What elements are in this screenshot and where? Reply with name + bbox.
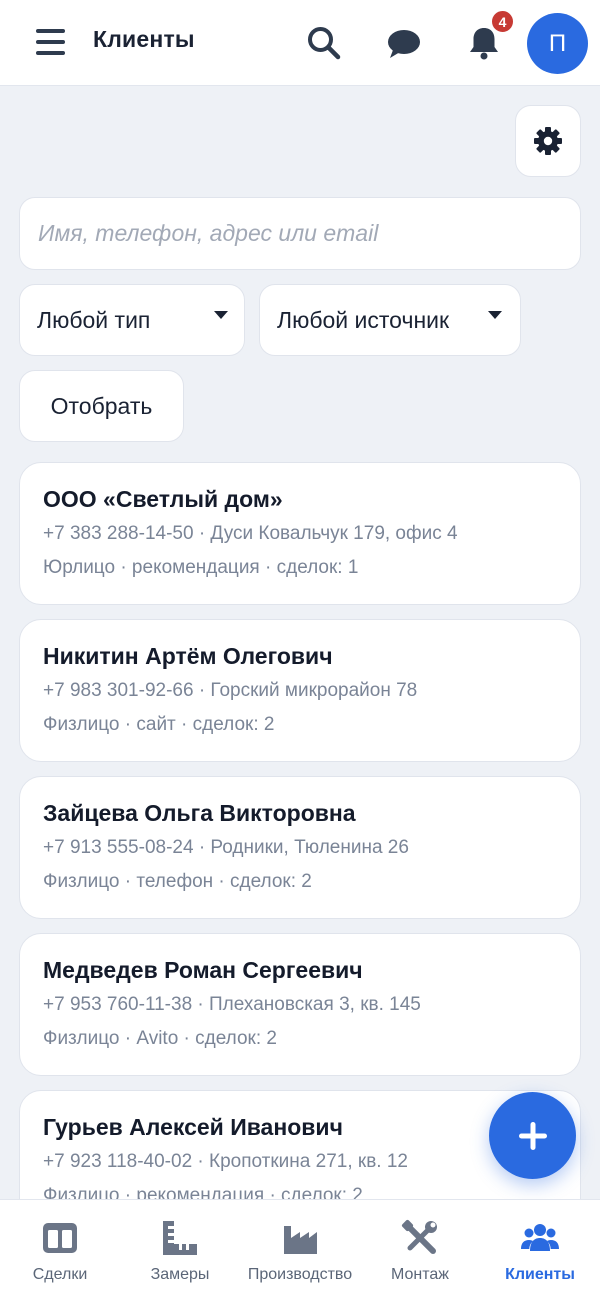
- deals-icon: [40, 1218, 80, 1258]
- ruler-icon: [160, 1218, 200, 1258]
- search-icon[interactable]: [305, 24, 343, 62]
- plus-icon: [517, 1120, 549, 1152]
- client-name: ООО «Светлый дом»: [43, 486, 283, 512]
- chevron-down-icon: [214, 311, 228, 319]
- nav-item-deals[interactable]: Сделки: [0, 1200, 120, 1298]
- client-contact: +7 913 555-08-24 · Родники, Тюленина 26: [43, 837, 409, 858]
- nav-item-measurements[interactable]: Замеры: [120, 1200, 240, 1298]
- client-card[interactable]: ООО «Светлый дом» +7 383 288-14-50 · Дус…: [19, 462, 581, 605]
- client-meta: Физлицо · сайт · сделок: 2: [43, 714, 275, 735]
- client-name: Зайцева Ольга Викторовна: [43, 800, 356, 826]
- nav-item-production[interactable]: Производство: [240, 1200, 360, 1298]
- apply-filter-button[interactable]: Отобрать: [19, 370, 184, 442]
- settings-button[interactable]: [515, 105, 581, 177]
- source-select[interactable]: Любой источник: [259, 284, 521, 356]
- add-client-button[interactable]: [489, 1092, 576, 1179]
- client-contact: +7 923 118-40-02 · Кропоткина 271, кв. 1…: [43, 1151, 408, 1172]
- nav-item-clients[interactable]: Клиенты: [480, 1200, 600, 1298]
- nav-label-installation: Монтаж: [391, 1266, 449, 1283]
- client-name: Медведев Роман Сергеевич: [43, 957, 363, 983]
- gear-icon: [533, 126, 563, 156]
- type-select-value: Любой тип: [37, 306, 151, 333]
- chat-icon[interactable]: [385, 24, 423, 62]
- source-select-value: Любой источник: [277, 306, 450, 333]
- client-card[interactable]: Зайцева Ольга Викторовна +7 913 555-08-2…: [19, 776, 581, 919]
- hamburger-menu-icon[interactable]: [36, 29, 65, 55]
- user-avatar[interactable]: П: [527, 13, 588, 74]
- factory-icon: [280, 1218, 320, 1258]
- client-meta: Физлицо · Avito · сделок: 2: [43, 1028, 277, 1049]
- client-contact: +7 953 760-11-38 · Плехановская 3, кв. 1…: [43, 994, 421, 1015]
- top-app-bar: Клиенты 4 П: [0, 0, 600, 86]
- nav-label-measurements: Замеры: [150, 1266, 210, 1283]
- client-name: Гурьев Алексей Иванович: [43, 1114, 343, 1140]
- users-icon: [520, 1218, 560, 1258]
- nav-label-clients: Клиенты: [505, 1266, 575, 1283]
- notification-badge: 4: [490, 9, 515, 34]
- client-card[interactable]: Никитин Артём Олегович +7 983 301-92-66 …: [19, 619, 581, 762]
- nav-label-production: Производство: [247, 1266, 353, 1283]
- tools-icon: [400, 1218, 440, 1258]
- client-card[interactable]: Медведев Роман Сергеевич +7 953 760-11-3…: [19, 933, 581, 1076]
- client-contact: +7 383 288-14-50 · Дуси Ковальчук 179, о…: [43, 523, 458, 544]
- search-input[interactable]: [19, 197, 581, 270]
- page-title: Клиенты: [93, 26, 195, 52]
- client-contact: +7 983 301-92-66 · Горский микрорайон 78: [43, 680, 418, 701]
- client-meta: Физлицо · телефон · сделок: 2: [43, 871, 312, 892]
- bottom-navigation: Сделки Замеры Производство Монтаж Клиент…: [0, 1199, 600, 1298]
- client-meta: Юрлицо · рекомендация · сделок: 1: [43, 557, 359, 578]
- type-select[interactable]: Любой тип: [19, 284, 245, 356]
- chevron-down-icon: [488, 311, 502, 319]
- nav-item-installation[interactable]: Монтаж: [360, 1200, 480, 1298]
- nav-label-deals: Сделки: [32, 1266, 88, 1283]
- client-name: Никитин Артём Олегович: [43, 643, 333, 669]
